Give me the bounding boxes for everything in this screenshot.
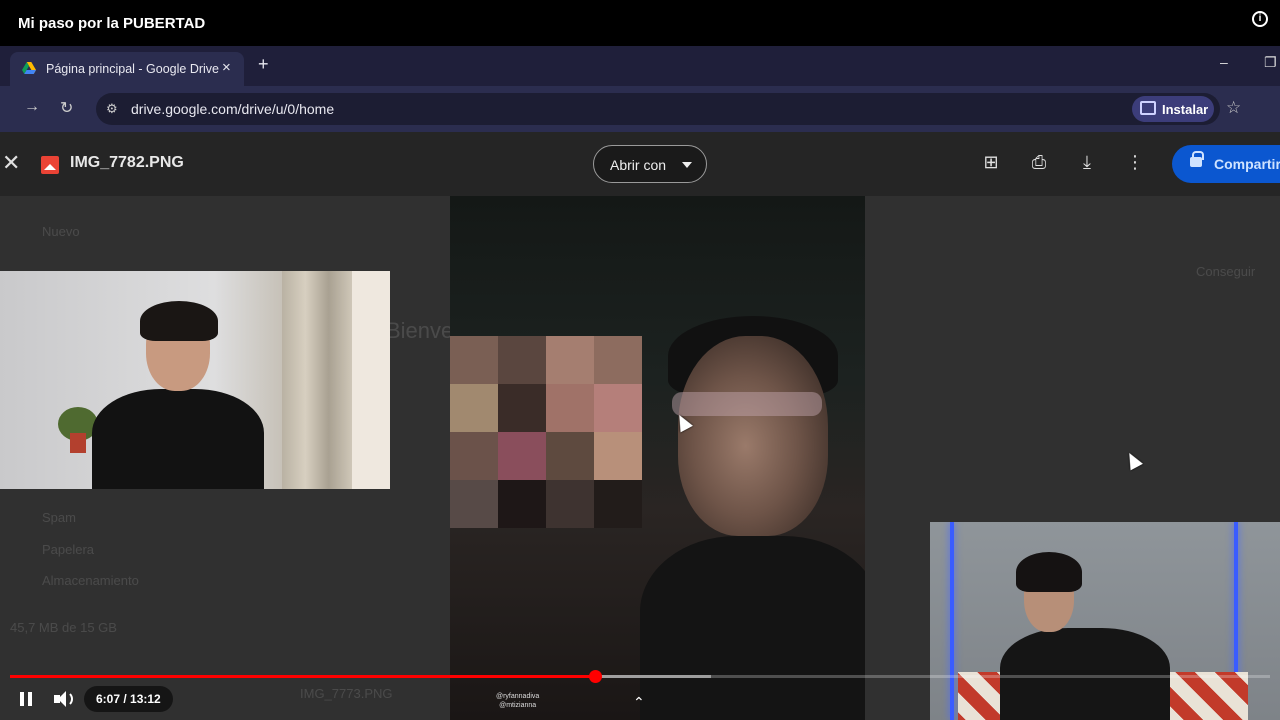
person-body	[92, 389, 264, 489]
browser-tab-strip: Página principal - Google Drive × + – ❐	[0, 46, 1280, 86]
photo-face	[678, 336, 828, 536]
google-drive-icon	[22, 62, 36, 74]
photo-watermark: @ryfannadiva @mtizianna	[496, 693, 540, 709]
browser-tab-google-drive[interactable]: Página principal - Google Drive ×	[10, 52, 244, 86]
restore-icon[interactable]: ❐	[1264, 54, 1277, 71]
install-icon	[1140, 101, 1156, 115]
led-strip-left	[950, 522, 954, 720]
welcome-heading-ghost: Bienve	[386, 318, 454, 343]
time-display: 6:07 / 13:12	[84, 686, 173, 712]
open-with-button[interactable]: Abrir con	[593, 145, 707, 183]
more-vert-icon[interactable]: ⋮	[1124, 152, 1146, 174]
print-icon[interactable]: ⎙	[1028, 152, 1050, 174]
minimize-icon[interactable]: –	[1220, 54, 1228, 70]
info-icon[interactable]: i	[1252, 11, 1268, 27]
share-label: Compartir	[1214, 156, 1280, 172]
video-title-bar: Mi paso por la PUBERTAD i	[0, 0, 1280, 46]
curtain	[282, 271, 352, 489]
person-hair	[140, 301, 218, 341]
photo-shirt	[640, 536, 865, 720]
pause-button[interactable]	[14, 688, 38, 710]
new-tab-button[interactable]: +	[258, 54, 269, 75]
streamer-hair	[1016, 552, 1082, 592]
browser-toolbar: → ↻ ⚙ drive.google.com/drive/u/0/home In…	[0, 86, 1280, 132]
download-icon[interactable]: ⤓	[1076, 152, 1098, 174]
chevron-up-icon[interactable]: ⌃	[633, 694, 645, 711]
share-button[interactable]: Compartir	[1172, 145, 1280, 183]
viewer-toolbar: ✕ IMG_7782.PNG Abrir con ⊞ ⎙ ⤓ ⋮ Compart…	[0, 132, 1280, 196]
file-name: IMG_7782.PNG	[70, 154, 184, 171]
volume-icon[interactable]	[52, 688, 76, 710]
image-preview: @ryfannadiva @mtizianna ⌃	[450, 196, 865, 720]
trash-nav-ghost: Papelera	[42, 542, 95, 557]
site-settings-icon[interactable]: ⚙	[106, 101, 118, 117]
storage-link-ghost: Conseguir	[1196, 264, 1256, 279]
scrubber-handle[interactable]	[588, 670, 602, 683]
streamer-body	[1000, 628, 1170, 720]
webcam-overlay-right	[930, 522, 1280, 720]
photo-glasses	[672, 392, 822, 416]
new-button-ghost: Nuevo	[42, 224, 80, 239]
spam-nav-ghost: Spam	[42, 510, 76, 525]
storage-nav-ghost: Almacenamiento	[42, 573, 139, 588]
install-label: Instalar	[1162, 102, 1209, 117]
close-viewer-icon[interactable]: ✕	[2, 150, 20, 176]
plant-pot	[70, 433, 86, 453]
bookmark-star-icon[interactable]: ☆	[1226, 98, 1241, 118]
address-bar[interactable]: ⚙ drive.google.com/drive/u/0/home Instal…	[96, 93, 1241, 125]
played-bar	[10, 675, 595, 678]
reload-icon[interactable]: ↻	[60, 98, 73, 118]
video-progress-bar[interactable]	[10, 670, 1270, 683]
video-title[interactable]: Mi paso por la PUBERTAD	[18, 15, 205, 32]
tab-close-icon[interactable]: ×	[222, 59, 231, 76]
add-comment-icon[interactable]: ⊞	[980, 152, 1002, 174]
pixelated-face	[450, 336, 642, 528]
caret-down-icon	[682, 162, 692, 168]
webcam-overlay-left	[0, 271, 390, 489]
open-with-label: Abrir con	[610, 157, 667, 173]
tab-title: Página principal - Google Drive	[46, 62, 220, 76]
storage-used-ghost: 45,7 MB de 15 GB	[10, 620, 117, 635]
image-file-icon	[41, 156, 59, 174]
url-text[interactable]: drive.google.com/drive/u/0/home	[131, 101, 334, 117]
install-app-button[interactable]: Instalar	[1132, 96, 1214, 122]
forward-arrow-icon[interactable]: →	[24, 98, 40, 116]
file-row-ghost: IMG_7773.PNG	[300, 686, 393, 701]
lock-icon	[1190, 151, 1204, 167]
